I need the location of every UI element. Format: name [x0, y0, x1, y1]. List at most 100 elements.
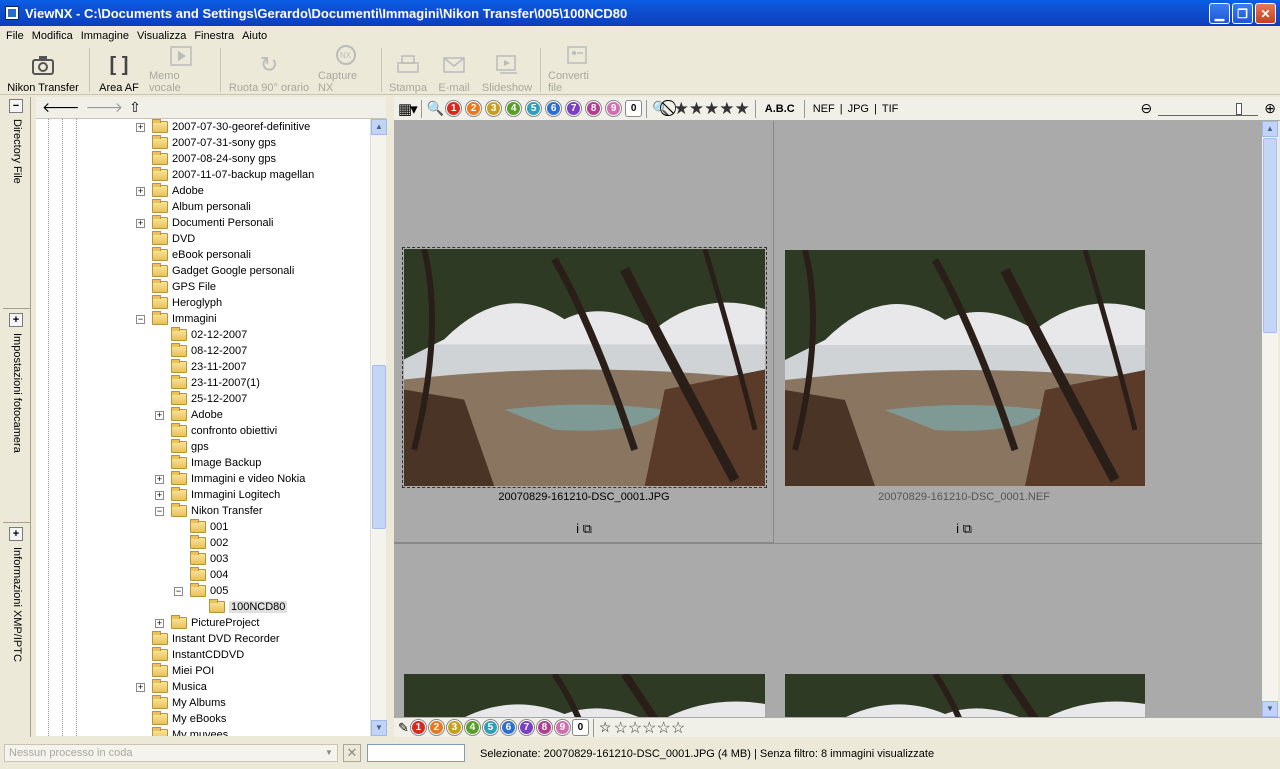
- tree-item[interactable]: 25-12-2007: [171, 391, 247, 407]
- thumbnail-image[interactable]: [785, 250, 1145, 486]
- panel-impostazioni-fotocamera[interactable]: + Impostazioni fotocamera: [3, 311, 31, 523]
- collapse-icon[interactable]: −: [9, 99, 23, 113]
- scroll-up-icon[interactable]: ▲: [371, 119, 387, 135]
- filter-label-0[interactable]: 0: [626, 101, 642, 116]
- tree-item[interactable]: 23-11-2007: [171, 359, 246, 375]
- zoom-in-icon[interactable]: ⊕: [1264, 100, 1276, 117]
- panel-informazioni-xmp[interactable]: + Informazioni XMP/IPTC: [3, 525, 31, 737]
- close-button[interactable]: ✕: [1255, 3, 1276, 24]
- rotate-button[interactable]: ↻ Ruota 90° orario: [224, 46, 314, 94]
- tree-item[interactable]: 001: [190, 519, 228, 535]
- tree-item[interactable]: 2007-08-24-sony gps: [152, 151, 276, 167]
- tree-item[interactable]: 02-12-2007: [171, 327, 247, 343]
- set-label-0[interactable]: 0: [572, 720, 588, 735]
- set-label-5[interactable]: 5: [482, 720, 498, 735]
- scroll-up-icon[interactable]: ▲: [1262, 121, 1278, 137]
- rating-set-icon[interactable]: ☆: [599, 719, 612, 736]
- grid-view-icon[interactable]: ▦▾: [398, 100, 418, 118]
- tree-item[interactable]: My eBooks: [152, 711, 226, 727]
- tree-item[interactable]: 2007-07-31-sony gps: [152, 135, 276, 151]
- tree-item[interactable]: Album personali: [152, 199, 251, 215]
- restore-button[interactable]: ❐: [1232, 3, 1253, 24]
- expand-icon[interactable]: +: [9, 313, 23, 327]
- expand-icon[interactable]: +: [136, 186, 145, 196]
- thumbnail-image[interactable]: [404, 674, 765, 717]
- menu-aiuto[interactable]: Aiuto: [238, 30, 271, 42]
- tree-item[interactable]: 08-12-2007: [171, 343, 247, 359]
- tree-item[interactable]: DVD: [152, 231, 195, 247]
- tree-item[interactable]: My muvees: [152, 727, 228, 736]
- menu-file[interactable]: File: [2, 30, 28, 42]
- scroll-thumb[interactable]: [1263, 138, 1277, 333]
- expand-icon[interactable]: +: [136, 218, 145, 228]
- format-nef-button[interactable]: NEF: [813, 103, 835, 115]
- set-label-2[interactable]: 2: [428, 720, 444, 735]
- expand-icon[interactable]: +: [155, 618, 164, 628]
- tree-scrollbar[interactable]: ▲ ▼: [370, 119, 387, 736]
- scroll-down-icon[interactable]: ▼: [1262, 701, 1278, 717]
- tree-item[interactable]: Image Backup: [171, 455, 261, 471]
- tree-item[interactable]: 002: [190, 535, 228, 551]
- filter-label-7[interactable]: 7: [566, 101, 582, 116]
- filter-label-8[interactable]: 8: [586, 101, 602, 116]
- tree-item[interactable]: + Adobe: [155, 407, 223, 423]
- capture-nx-button[interactable]: NX Capture NX: [314, 45, 378, 94]
- collapse-icon[interactable]: −: [174, 586, 183, 596]
- tree-item[interactable]: − 005: [174, 583, 228, 599]
- expand-icon[interactable]: +: [136, 682, 145, 692]
- back-arrow-icon[interactable]: 🡐: [42, 99, 80, 116]
- memo-vocale-button[interactable]: Memo vocale: [145, 46, 217, 94]
- zoom-out-icon[interactable]: ⊖: [1141, 100, 1153, 117]
- nikon-transfer-button[interactable]: Nikon Transfer: [0, 46, 86, 94]
- grid-scrollbar[interactable]: ▲ ▼: [1262, 121, 1278, 717]
- set-label-9[interactable]: 9: [554, 720, 570, 735]
- tree-item[interactable]: 23-11-2007(1): [171, 375, 260, 391]
- tree-item[interactable]: InstantCDDVD: [152, 647, 244, 663]
- tree-item[interactable]: GPS File: [152, 279, 216, 295]
- tree-item[interactable]: + PictureProject: [155, 615, 259, 631]
- filter-label-5[interactable]: 5: [526, 101, 542, 116]
- format-jpg-button[interactable]: JPG: [848, 103, 869, 115]
- scroll-down-icon[interactable]: ▼: [371, 720, 387, 736]
- thumbnail-cell[interactable]: 20070829-161210-DSC_0001.JPG i ⧉: [394, 121, 774, 543]
- collapse-icon[interactable]: −: [155, 506, 164, 516]
- tree-item[interactable]: eBook personali: [152, 247, 251, 263]
- stampa-button[interactable]: Stampa: [385, 46, 431, 94]
- pencil-icon[interactable]: ✎: [398, 720, 409, 736]
- menu-finestra[interactable]: Finestra: [190, 30, 238, 42]
- expand-icon[interactable]: +: [155, 410, 164, 420]
- tree-item[interactable]: Miei POI: [152, 663, 214, 679]
- email-button[interactable]: E-mail: [431, 46, 477, 94]
- tree-item[interactable]: 003: [190, 551, 228, 567]
- label-filter-icon[interactable]: 🔍: [427, 100, 444, 117]
- expand-icon[interactable]: +: [155, 490, 164, 500]
- menu-modifica[interactable]: Modifica: [28, 30, 77, 42]
- converti-file-button[interactable]: Converti file: [544, 46, 610, 94]
- expand-icon[interactable]: +: [136, 122, 145, 132]
- set-label-6[interactable]: 6: [500, 720, 516, 735]
- thumbnail-image[interactable]: [402, 247, 767, 488]
- menu-visualizza[interactable]: Visualizza: [133, 30, 190, 42]
- sort-abc-button[interactable]: A.B.C: [765, 103, 795, 115]
- tree-item[interactable]: − Nikon Transfer: [155, 503, 263, 519]
- tree-item[interactable]: Gadget Google personali: [152, 263, 294, 279]
- filter-label-1[interactable]: 1: [446, 101, 462, 116]
- scroll-thumb[interactable]: [372, 365, 386, 529]
- set-label-1[interactable]: 1: [410, 720, 426, 735]
- expand-icon[interactable]: +: [9, 527, 23, 541]
- tree-item[interactable]: confronto obiettivi: [171, 423, 277, 439]
- zoom-slider[interactable]: [1158, 102, 1259, 116]
- tree-item[interactable]: 100NCD80: [209, 599, 288, 615]
- cancel-process-button[interactable]: ✕: [343, 744, 361, 762]
- chevron-down-icon[interactable]: ▼: [321, 745, 337, 761]
- expand-icon[interactable]: +: [155, 474, 164, 484]
- set-label-7[interactable]: 7: [518, 720, 534, 735]
- forward-arrow-icon[interactable]: 🡒: [86, 99, 124, 116]
- filter-label-4[interactable]: 4: [506, 101, 522, 116]
- tree-item[interactable]: 004: [190, 567, 228, 583]
- menu-immagine[interactable]: Immagine: [77, 30, 133, 42]
- tree-item[interactable]: + Immagini e video Nokia: [155, 471, 305, 487]
- minimize-button[interactable]: ▁: [1209, 3, 1230, 24]
- parent-folder-icon[interactable]: ⇧: [129, 99, 141, 116]
- thumbnail-cell[interactable]: 20070829-161210-DSC_0001.NEF i ⧉: [774, 121, 1154, 543]
